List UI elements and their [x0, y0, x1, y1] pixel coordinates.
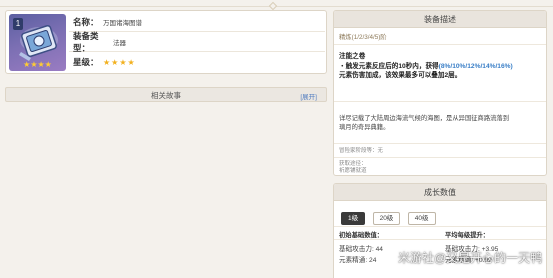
rarity-label: 星级：: [73, 57, 99, 67]
source-info: 获取途径： 祈愿铺就道: [334, 158, 546, 175]
catalyst-icon: 1 ★★★★: [9, 14, 66, 71]
ascension-text: 冒险家阶段等：无: [334, 144, 546, 158]
description-title: 装备描述: [334, 11, 546, 28]
effect-line-2: 元素伤害加成，该效果最多可以叠加2层。: [339, 72, 462, 79]
top-decoration: [0, 1, 553, 11]
effect-line-1: ・触发元素反应后的10秒内，获得(8%/10%/12%/14%/16%): [339, 63, 513, 70]
refinement-text: 精炼(1/2/3/4/5)阶: [334, 28, 546, 45]
expand-link[interactable]: [展开]: [300, 91, 317, 101]
equipment-description-panel: 装备描述 精炼(1/2/3/4/5)阶 注能之卷 ・触发元素反应后的10秒内，获…: [333, 10, 547, 176]
level-selector: 1级 20级 40级: [334, 201, 546, 227]
effect-name: 注能之卷: [339, 53, 366, 60]
level-button-20[interactable]: 20级: [372, 212, 401, 225]
type-value: 法器: [113, 39, 126, 47]
item-info-card: 1 ★★★★ 名称： 万国诸海图谱 装备类型： 法器 星级： ★★★★: [5, 10, 327, 74]
effect-values: (8%/10%/12%/14%/16%): [438, 63, 513, 70]
name-value: 万国诸海图谱: [103, 19, 142, 27]
refine-badge: 1: [13, 18, 23, 30]
related-story-title: 相关故事: [151, 91, 181, 100]
rarity-row: 星级： ★★★★: [69, 52, 325, 72]
passive-effect: 注能之卷 ・触发元素反应后的10秒内，获得(8%/10%/12%/14%/16%…: [334, 45, 546, 102]
level-button-1[interactable]: 1级: [341, 212, 366, 225]
type-row: 装备类型： 法器: [69, 30, 325, 53]
stat-headers: 初始基础数值： 平均每级提升：: [334, 227, 546, 240]
icon-stars: ★★★★: [23, 60, 52, 69]
type-label: 装备类型：: [73, 30, 99, 53]
source-label: 获取途径：: [339, 161, 367, 167]
avg-growth-header: 平均每级提升：: [445, 232, 490, 239]
source-value: 祈愿铺就道: [339, 168, 367, 174]
rarity-stars: ★★★★: [103, 57, 136, 67]
level-button-40[interactable]: 40级: [407, 212, 436, 225]
watermark: 米游社@又是开心的一天鸭: [398, 251, 543, 265]
name-label: 名称：: [73, 16, 99, 27]
base-stats-header: 初始基础数值：: [339, 232, 384, 239]
related-story-header[interactable]: 相关故事 [展开]: [5, 87, 327, 102]
lore-text: 详尽记载了大陆周边海流气候的海图，是从异国征商路流落到 璃月的奇异典籍。: [334, 102, 546, 144]
growth-title: 成长数值: [334, 184, 546, 201]
